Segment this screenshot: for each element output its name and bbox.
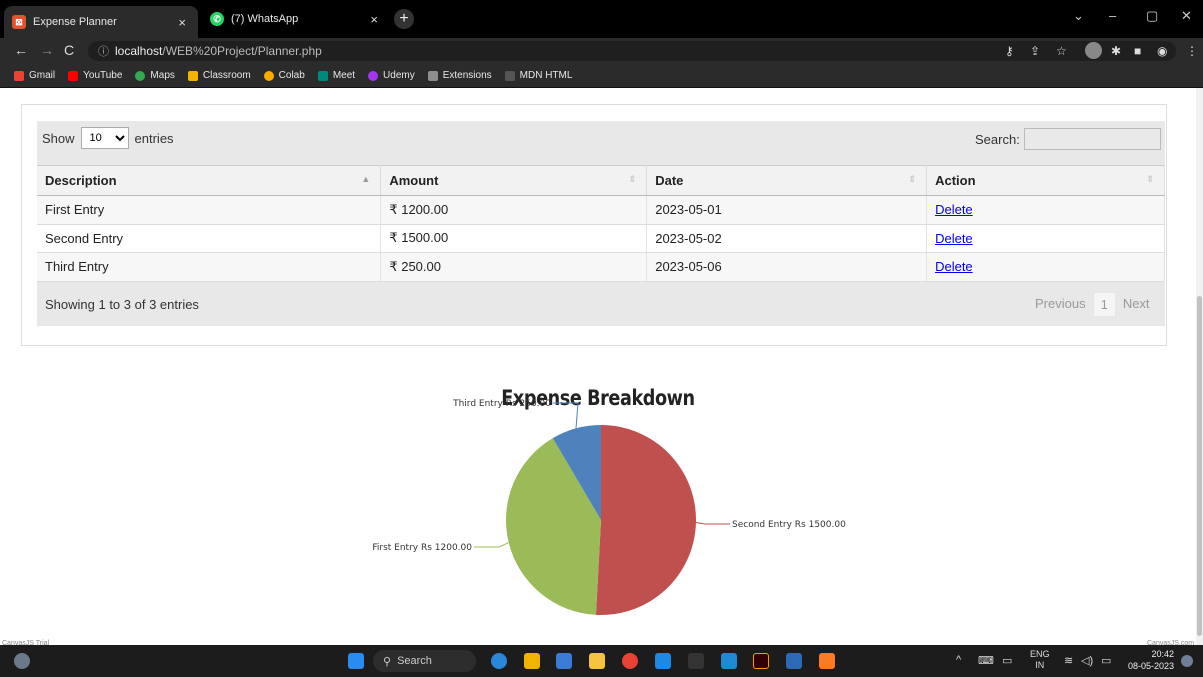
notification-icon[interactable] xyxy=(1181,655,1193,667)
account-icon[interactable]: ◉ xyxy=(1157,44,1167,58)
close-tab-icon[interactable]: × xyxy=(370,12,378,27)
app-icon[interactable] xyxy=(786,653,802,669)
gmail-icon xyxy=(14,70,24,81)
volume-icon[interactable]: ◁) xyxy=(1081,654,1093,667)
udemy-icon xyxy=(368,70,379,81)
maximize-icon[interactable]: ▢ xyxy=(1146,8,1158,24)
maps-icon xyxy=(135,70,146,81)
scrollbar-thumb[interactable] xyxy=(1197,296,1202,636)
language-indicator[interactable]: ENG IN xyxy=(1030,649,1050,671)
file-app-icon[interactable] xyxy=(524,653,540,669)
battery-icon[interactable]: ▭ xyxy=(1101,654,1111,667)
tray-chevron-icon[interactable]: ^ xyxy=(956,654,961,666)
xampp-icon[interactable] xyxy=(819,653,835,669)
bookmark-meet[interactable]: Meet xyxy=(317,70,355,81)
bookmarks-bar: Gmail YouTube Maps Classroom Colab Meet … xyxy=(0,64,1203,88)
pie-leader-line xyxy=(553,402,579,429)
tab-whatsapp[interactable]: ✆ (7) WhatsApp × xyxy=(202,6,390,32)
profile-avatar[interactable] xyxy=(1085,42,1102,59)
share-icon[interactable]: ⇪ xyxy=(1030,44,1040,58)
mail-icon[interactable] xyxy=(655,653,671,669)
tab-title: (7) WhatsApp xyxy=(231,13,299,25)
reload-icon[interactable]: C xyxy=(64,42,74,58)
pie-leader-line xyxy=(474,542,509,548)
keyboard-icon[interactable]: ⌨ xyxy=(978,654,994,667)
tab-search-chevron-icon[interactable]: ⌄ xyxy=(1073,8,1084,24)
file-explorer-icon[interactable] xyxy=(589,653,605,669)
epic-games-icon[interactable] xyxy=(688,653,704,669)
illustrator-icon[interactable] xyxy=(753,653,769,669)
close-window-icon[interactable]: ✕ xyxy=(1181,8,1192,24)
bookmark-youtube[interactable]: YouTube xyxy=(68,70,122,81)
pie-leader-line xyxy=(695,522,730,525)
bookmark-extensions[interactable]: Extensions xyxy=(427,70,492,81)
bookmark-star-icon[interactable]: ☆ xyxy=(1056,44,1067,58)
password-key-icon[interactable]: ⚷ xyxy=(1005,44,1014,58)
colab-icon xyxy=(263,70,274,81)
browser-tab-bar: ⊠ Expense Planner × ✆ (7) WhatsApp × + ⌄… xyxy=(0,0,1203,38)
windows-taskbar: ⚲ Search ^ ⌨ ▭ ENG IN ≋ ◁) ▭ 20:42 08-05-… xyxy=(0,645,1203,677)
pie-slice[interactable] xyxy=(595,425,696,615)
extensions-puzzle-icon[interactable]: ✱ xyxy=(1111,44,1121,58)
taskbar-search[interactable]: ⚲ Search xyxy=(373,650,476,672)
vscode-icon[interactable] xyxy=(721,653,737,669)
bookmark-udemy[interactable]: Udemy xyxy=(368,70,415,81)
expense-pie-chart: Second Entry Rs 1500.00 First Entry Rs 12… xyxy=(372,399,846,615)
bookmark-maps[interactable]: Maps xyxy=(135,70,175,81)
bookmark-gmail[interactable]: Gmail xyxy=(14,70,55,81)
bookmark-classroom[interactable]: Classroom xyxy=(187,70,251,81)
back-icon[interactable]: ← xyxy=(14,42,28,58)
chrome-icon[interactable] xyxy=(622,653,638,669)
expense-planner-favicon-icon: ⊠ xyxy=(12,15,26,29)
bookmark-mdn[interactable]: MDN HTML xyxy=(504,70,572,81)
youtube-icon xyxy=(68,70,79,81)
tab-expense-planner[interactable]: ⊠ Expense Planner × xyxy=(4,6,198,38)
pie-slice-label: First Entry Rs 1200.00 xyxy=(372,543,472,553)
site-info-icon[interactable]: ⓘ xyxy=(98,43,109,59)
menu-kebab-icon[interactable]: ⋮ xyxy=(1186,44,1198,58)
address-toolbar: ← → C ⓘ localhost /WEB%20Project/Planner… xyxy=(0,38,1203,64)
store-icon[interactable] xyxy=(556,653,572,669)
url-host: localhost xyxy=(115,44,163,58)
bing-icon[interactable] xyxy=(491,653,507,669)
widgets-icon[interactable] xyxy=(14,653,30,669)
search-icon: ⚲ xyxy=(383,655,392,668)
classroom-icon xyxy=(187,70,198,81)
meet-icon xyxy=(317,70,328,81)
display-icon[interactable]: ▭ xyxy=(1002,654,1012,667)
pie-slice-label: Second Entry Rs 1500.00 xyxy=(732,520,846,530)
minimize-icon[interactable]: – xyxy=(1109,8,1116,23)
pie-slice-label: Third Entry Rs 250.00 xyxy=(452,399,551,409)
wifi-icon[interactable]: ≋ xyxy=(1064,654,1073,667)
whatsapp-favicon-icon: ✆ xyxy=(210,12,224,26)
mdn-icon xyxy=(504,70,515,81)
close-tab-icon[interactable]: × xyxy=(178,15,186,30)
side-panel-icon[interactable]: ■ xyxy=(1134,44,1141,58)
bookmark-colab[interactable]: Colab xyxy=(263,70,305,81)
new-tab-button[interactable]: + xyxy=(394,9,414,29)
taskbar-clock[interactable]: 20:42 08-05-2023 xyxy=(1124,648,1174,672)
start-windows-icon[interactable] xyxy=(348,653,364,669)
extensions-icon xyxy=(427,70,438,81)
tab-title: Expense Planner xyxy=(33,16,117,28)
url-path: /WEB%20Project/Planner.php xyxy=(162,44,322,58)
forward-icon[interactable]: → xyxy=(40,42,54,58)
